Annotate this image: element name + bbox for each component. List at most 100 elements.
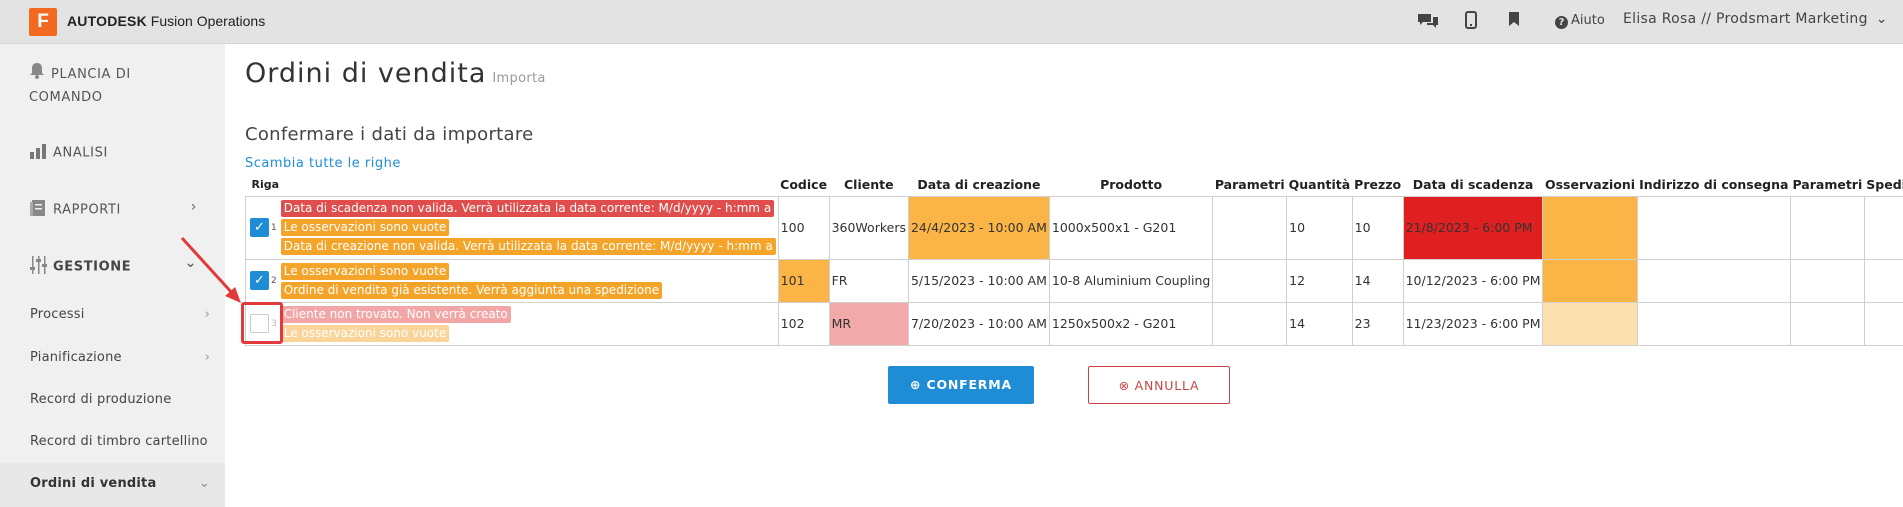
chevron-right-icon: › bbox=[190, 199, 197, 215]
cell-customer: MR bbox=[828, 301, 909, 346]
help-icon: ? bbox=[1555, 16, 1568, 29]
bell-icon bbox=[29, 62, 45, 87]
annotation-highlight-box bbox=[241, 302, 283, 344]
bar-chart-icon bbox=[29, 142, 47, 164]
help-button[interactable]: ? Aiuto bbox=[1555, 13, 1605, 29]
sidebar-subitem-planning[interactable]: Pianificazione › bbox=[30, 350, 210, 365]
col-header-due-date: Data di scadenza bbox=[1412, 177, 1534, 193]
confirm-icon: ⊕ bbox=[910, 377, 922, 392]
cell-product: 10-8 Aluminium Coupling bbox=[1048, 258, 1214, 303]
col-header-customer: Cliente bbox=[843, 177, 894, 193]
cell-parameters-2 bbox=[1789, 258, 1865, 303]
sidebar-item-analysis[interactable]: ANALISI bbox=[29, 142, 219, 164]
col-header-parameters-2: Parametri bbox=[1792, 177, 1863, 193]
mobile-icon[interactable] bbox=[1465, 11, 1477, 34]
sidebar-item-dashboard[interactable]: PLANCIA DI COMANDO bbox=[29, 62, 219, 109]
confirm-button[interactable]: ⊕ CONFERMA bbox=[888, 366, 1034, 404]
user-label: Elisa Rosa // Prodsmart Marketing bbox=[1623, 11, 1868, 27]
sidebar-subitem-sales-orders[interactable]: Ordini di vendita ⌄ bbox=[30, 476, 210, 491]
sidebar-subitem-processes[interactable]: Processi › bbox=[30, 307, 210, 322]
table-row: 3 Cliente non trovato. Non verrà creato … bbox=[245, 301, 1903, 346]
error-message: Data di scadenza non valida. Verrà utili… bbox=[280, 200, 775, 217]
warning-message: Le osservazioni sono vuote bbox=[280, 219, 450, 236]
cell-due-date: 21/8/2023 - 6:00 PM bbox=[1402, 195, 1544, 260]
cell-price: 10 bbox=[1351, 195, 1404, 260]
brand-bold: AUTODESK bbox=[67, 13, 147, 29]
row-cell: ✓ 1 Data di scadenza non valida. Verrà ut… bbox=[245, 195, 779, 260]
row-messages: Cliente non trovato. Non verrà creato Le… bbox=[280, 304, 511, 344]
cell-creation-date: 24/4/2023 - 10:00 AM bbox=[907, 195, 1050, 260]
cell-delivery-address bbox=[1636, 258, 1791, 303]
sidebar-item-label: RAPPORTI bbox=[53, 202, 121, 218]
cell-shipment bbox=[1863, 301, 1903, 346]
table-row: ✓ 1 Data di scadenza non valida. Verrà ut… bbox=[245, 195, 1903, 260]
cell-notes bbox=[1542, 301, 1638, 346]
col-header-parameters: Parametri bbox=[1214, 177, 1285, 193]
col-header-code: Codice bbox=[780, 177, 828, 193]
swap-all-rows-link[interactable]: Scambia tutte le righe bbox=[245, 156, 401, 171]
col-header-price: Prezzo bbox=[1354, 177, 1402, 193]
confirm-label: CONFERMA bbox=[926, 377, 1012, 392]
report-icon bbox=[29, 199, 47, 221]
cell-creation-date: 5/15/2023 - 10:00 AM bbox=[907, 258, 1050, 303]
chevron-down-icon: ⌄ bbox=[1875, 11, 1888, 27]
cell-parameters-2 bbox=[1789, 195, 1865, 260]
col-header-row: Riga bbox=[251, 178, 280, 192]
sidebar-subitem-label: Record di timbro cartellino bbox=[30, 434, 208, 449]
warning-message: Ordine di vendita già esistente. Verrà a… bbox=[280, 281, 663, 299]
col-header-delivery-address: Indirizzo di consegna bbox=[1639, 177, 1789, 193]
cell-price: 23 bbox=[1351, 301, 1404, 346]
chevron-down-icon: ⌄ bbox=[198, 476, 210, 491]
sidebar-subitem-label: Processi bbox=[30, 307, 85, 322]
sliders-icon bbox=[29, 255, 47, 279]
warning-message: Data di creazione non valida. Verrà util… bbox=[280, 238, 776, 255]
col-header-shipment: Spedizione bbox=[1866, 177, 1903, 193]
cell-shipment bbox=[1863, 195, 1903, 260]
cell-notes bbox=[1542, 258, 1638, 303]
cell-parameters-2 bbox=[1789, 301, 1865, 346]
cancel-button[interactable]: ⊗ ANNULLA bbox=[1088, 366, 1230, 404]
sidebar-subitem-production-records[interactable]: Record di produzione bbox=[30, 392, 171, 407]
help-label: Aiuto bbox=[1571, 13, 1605, 28]
sidebar-item-reports[interactable]: RAPPORTI › bbox=[29, 199, 225, 221]
col-header-product: Prodotto bbox=[1100, 177, 1163, 193]
sidebar-item-label: GESTIONE bbox=[53, 259, 132, 275]
page-title-tag: Importa bbox=[492, 71, 546, 86]
cell-customer: FR bbox=[828, 258, 909, 303]
row-cell: ✓ 2 Le osservazioni sono vuote Ordine di … bbox=[245, 258, 779, 303]
cell-parameters bbox=[1212, 258, 1288, 303]
top-bar: F AUTODESK Fusion Operations ? Aiuto Elis… bbox=[0, 0, 1903, 44]
cell-parameters bbox=[1212, 195, 1288, 260]
cell-price: 14 bbox=[1351, 258, 1404, 303]
sidebar-item-label: ANALISI bbox=[53, 145, 108, 161]
cell-delivery-address bbox=[1636, 195, 1791, 260]
cell-product: 1000x500x1 - G201 bbox=[1048, 195, 1214, 260]
cancel-label: ANNULLA bbox=[1134, 378, 1200, 393]
sidebar-subitem-timecard-records[interactable]: Record di timbro cartellino bbox=[30, 434, 208, 449]
cell-creation-date: 7/20/2023 - 10:00 AM bbox=[907, 301, 1050, 346]
chat-icon[interactable] bbox=[1416, 11, 1440, 36]
cell-quantity: 12 bbox=[1286, 258, 1353, 303]
bookmark-icon[interactable] bbox=[1508, 11, 1520, 32]
annotation-arrow bbox=[180, 236, 241, 303]
import-table: Riga Codice Cliente Data di creazione Pr… bbox=[245, 174, 1903, 346]
row-cell: 3 Cliente non trovato. Non verrà creato … bbox=[245, 301, 779, 346]
user-menu[interactable]: Elisa Rosa // Prodsmart Marketing ⌄ bbox=[1623, 11, 1888, 27]
warning-message: Le osservazioni sono vuote bbox=[280, 262, 450, 280]
error-message: Cliente non trovato. Non verrà creato bbox=[280, 305, 511, 323]
brand-name: AUTODESK Fusion Operations bbox=[67, 13, 265, 29]
cell-customer: 360Workers bbox=[828, 195, 909, 260]
sidebar-item-label: COMANDO bbox=[29, 90, 103, 105]
fusion-logo[interactable]: F bbox=[29, 8, 57, 36]
brand-product: Fusion Operations bbox=[150, 13, 266, 29]
table-row: ✓ 2 Le osservazioni sono vuote Ordine di … bbox=[245, 258, 1903, 303]
cell-due-date: 11/23/2023 - 6:00 PM bbox=[1402, 301, 1544, 346]
cell-due-date: 10/12/2023 - 6:00 PM bbox=[1402, 258, 1544, 303]
page-title-text: Ordini di vendita bbox=[245, 58, 487, 89]
cell-parameters bbox=[1212, 301, 1288, 346]
cancel-icon: ⊗ bbox=[1118, 378, 1130, 393]
sidebar-item-label: PLANCIA DI bbox=[51, 67, 131, 82]
cell-shipment bbox=[1863, 258, 1903, 303]
cell-product: 1250x500x2 - G201 bbox=[1048, 301, 1214, 346]
cell-quantity: 14 bbox=[1286, 301, 1353, 346]
